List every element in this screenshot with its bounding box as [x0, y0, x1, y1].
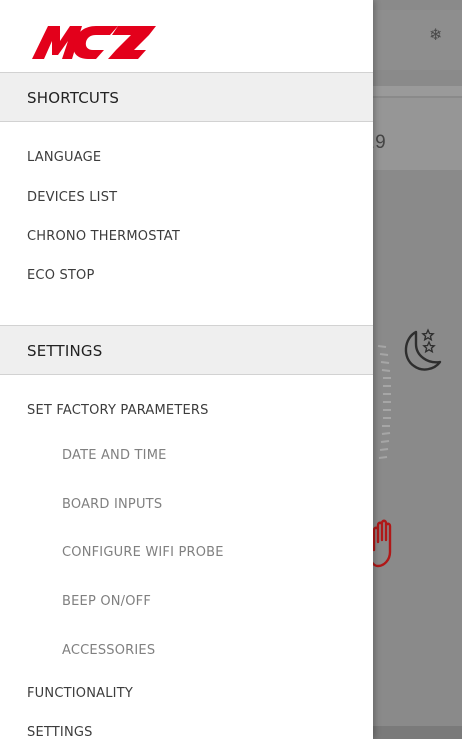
menu-item-language[interactable]: LANGUAGE [27, 150, 101, 166]
menu-item-eco-stop[interactable]: ECO STOP [27, 268, 95, 284]
settings-header-label: SETTINGS [27, 342, 103, 360]
navigation-drawer: SHORTCUTS LANGUAGE DEVICES LIST CHRONO T… [0, 0, 373, 739]
app-screen: ❄ 9 019 [0, 0, 462, 739]
shortcuts-section-header: SHORTCUTS [0, 72, 373, 122]
mcz-logo [32, 26, 156, 59]
menu-item-date-and-time[interactable]: DATE AND TIME [62, 448, 167, 464]
menu-item-accessories[interactable]: ACCESSORIES [62, 643, 155, 659]
shortcuts-header-label: SHORTCUTS [27, 89, 120, 107]
menu-item-beep-on-off[interactable]: BEEP ON/OFF [62, 594, 151, 610]
snowflake-icon[interactable]: ❄ [429, 27, 442, 43]
menu-item-configure-wifi-probe[interactable]: CONFIGURE WIFI PROBE [62, 545, 224, 561]
menu-item-set-factory-parameters[interactable]: SET FACTORY PARAMETERS [27, 403, 209, 419]
menu-item-devices-list[interactable]: DEVICES LIST [27, 190, 117, 206]
moon-stars-icon[interactable] [398, 326, 442, 376]
menu-item-chrono-thermostat[interactable]: CHRONO THERMOSTAT [27, 229, 180, 245]
menu-item-functionality[interactable]: FUNCTIONALITY [27, 686, 133, 702]
menu-item-board-inputs[interactable]: BOARD INPUTS [62, 497, 162, 513]
settings-section-header: SETTINGS [0, 325, 373, 375]
menu-item-settings[interactable]: SETTINGS [27, 725, 93, 739]
